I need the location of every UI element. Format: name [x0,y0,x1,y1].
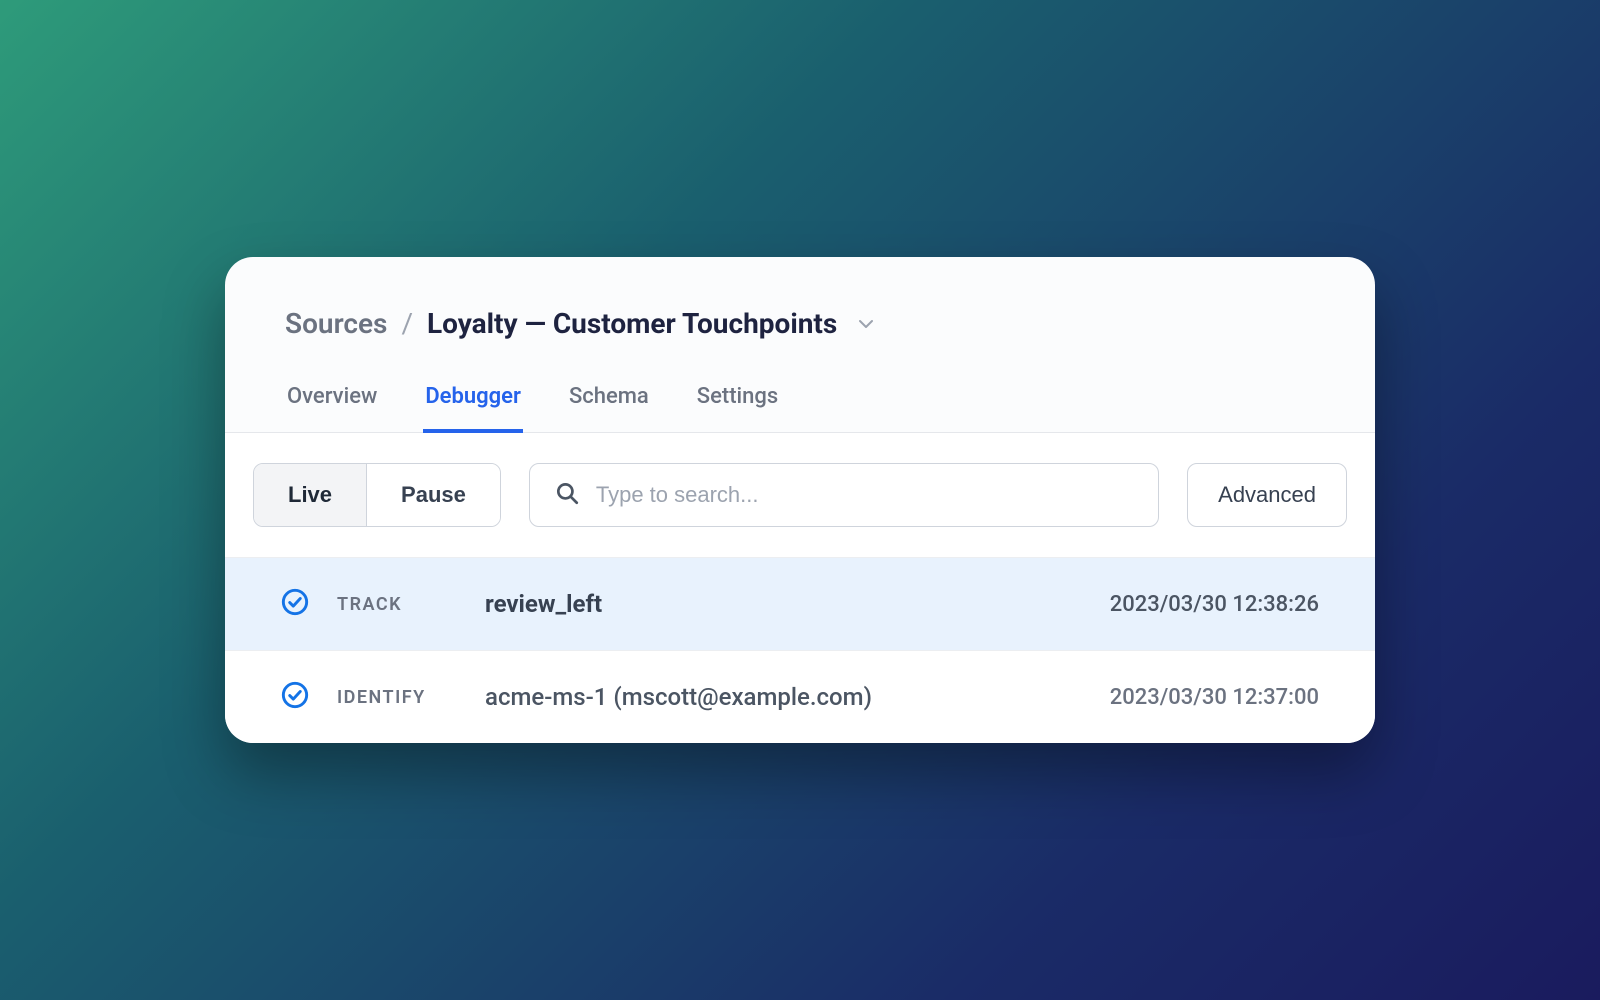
breadcrumb: Sources / Loyalty — Customer Touchpoints [285,307,1315,340]
caret-down-icon[interactable] [859,314,873,333]
live-button[interactable]: Live [254,464,366,526]
event-row[interactable]: IDENTIFY acme-ms-1 (mscott@example.com) … [225,650,1375,743]
tab-settings[interactable]: Settings [695,384,780,433]
breadcrumb-separator: / [401,307,413,340]
search-icon [554,480,580,510]
live-pause-toggle: Live Pause [253,463,501,527]
check-circle-icon [281,681,309,713]
advanced-button[interactable]: Advanced [1187,463,1347,527]
card-header: Sources / Loyalty — Customer Touchpoints [225,257,1375,340]
event-name: acme-ms-1 (mscott@example.com) [485,683,1082,711]
pause-button[interactable]: Pause [366,464,500,526]
toolbar: Live Pause Advanced [225,433,1375,557]
event-row[interactable]: TRACK review_left 2023/03/30 12:38:26 [225,557,1375,650]
event-type: TRACK [337,594,457,615]
breadcrumb-root[interactable]: Sources [285,307,387,340]
search-input[interactable] [596,482,1134,508]
breadcrumb-current[interactable]: Loyalty — Customer Touchpoints [427,307,837,340]
tab-bar: Overview Debugger Schema Settings [225,384,1375,433]
debugger-card: Sources / Loyalty — Customer Touchpoints… [225,257,1375,743]
event-type: IDENTIFY [337,687,457,708]
tab-debugger[interactable]: Debugger [423,384,523,433]
tab-schema[interactable]: Schema [567,384,651,433]
check-circle-icon [281,588,309,620]
event-timestamp: 2023/03/30 12:37:00 [1110,685,1319,710]
event-timestamp: 2023/03/30 12:38:26 [1110,592,1319,617]
event-name: review_left [485,590,1082,618]
tab-overview[interactable]: Overview [285,384,379,433]
search-field[interactable] [529,463,1159,527]
event-list: TRACK review_left 2023/03/30 12:38:26 ID… [225,557,1375,743]
